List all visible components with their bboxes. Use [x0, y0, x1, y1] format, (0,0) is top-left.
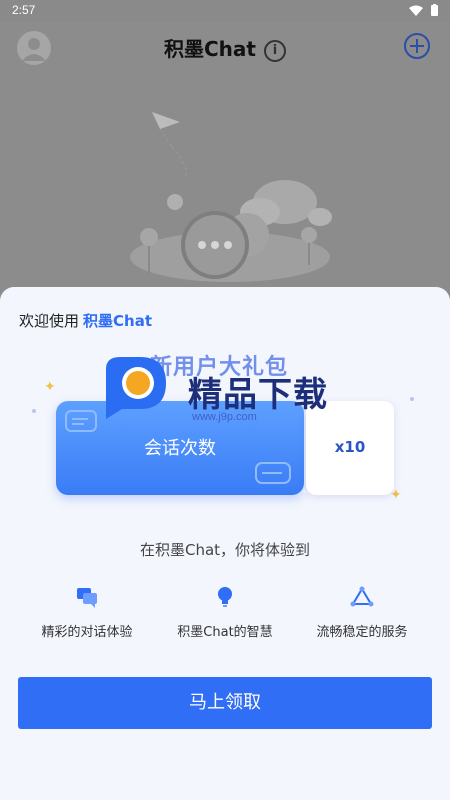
app-bar: 积墨Chat i: [0, 22, 450, 70]
ticket-count: x10: [334, 438, 366, 456]
triangle-nodes-icon: [350, 586, 374, 607]
watermark: 精品下载 www.j9p.com: [96, 349, 327, 433]
watermark-text: 精品下载: [188, 375, 328, 415]
decor-dot: [410, 397, 414, 401]
lightbulb-icon: [218, 587, 232, 607]
info-icon[interactable]: i: [263, 40, 286, 62]
app-title: 积墨Chat: [164, 37, 256, 61]
ticket-decor-icon: [255, 462, 291, 484]
claim-now-button[interactable]: 马上领取: [18, 677, 432, 729]
feature-label: 精彩的对话体验: [41, 625, 133, 640]
chat-bubbles-icon: [77, 588, 97, 608]
status-bar: 2:57: [0, 0, 450, 22]
feature-item: 流畅稳定的服务: [292, 585, 432, 640]
brand-name: 积墨Chat: [83, 312, 152, 330]
welcome-bottom-sheet: 欢迎使用 积墨Chat 新用户大礼包 ✦ ✦ ✦ 会话次数 x10 精品下载 ww…: [0, 287, 450, 800]
greeting-text: 欢迎使用: [19, 312, 80, 330]
feature-item: 精彩的对话体验: [17, 585, 157, 640]
feature-label: 积墨Chat的智慧: [177, 625, 273, 640]
decor-dot: [32, 409, 36, 413]
app-title-row: 积墨Chat i: [0, 33, 450, 62]
watermark-logo-icon: [106, 357, 166, 419]
status-icons: [409, 4, 438, 16]
battery-icon: [431, 4, 438, 16]
add-chat-icon[interactable]: [404, 33, 430, 59]
feature-item: 积墨Chat的智慧: [155, 585, 295, 640]
wifi-icon: [409, 5, 423, 16]
empty-state-illustration: [130, 112, 332, 282]
ticket-label: 会话次数: [144, 438, 216, 459]
sheet-header: 欢迎使用 积墨Chat: [19, 310, 152, 331]
feature-list: 精彩的对话体验 积墨Chat的智慧 流畅稳定的服务: [0, 585, 450, 645]
sparkle-icon: ✦: [44, 379, 56, 395]
feature-label: 流畅稳定的服务: [316, 625, 408, 640]
watermark-url: www.j9p.com: [192, 411, 257, 423]
status-time: 2:57: [12, 3, 36, 17]
sheet-subtitle: 在积墨Chat，你将体验到: [139, 541, 311, 559]
